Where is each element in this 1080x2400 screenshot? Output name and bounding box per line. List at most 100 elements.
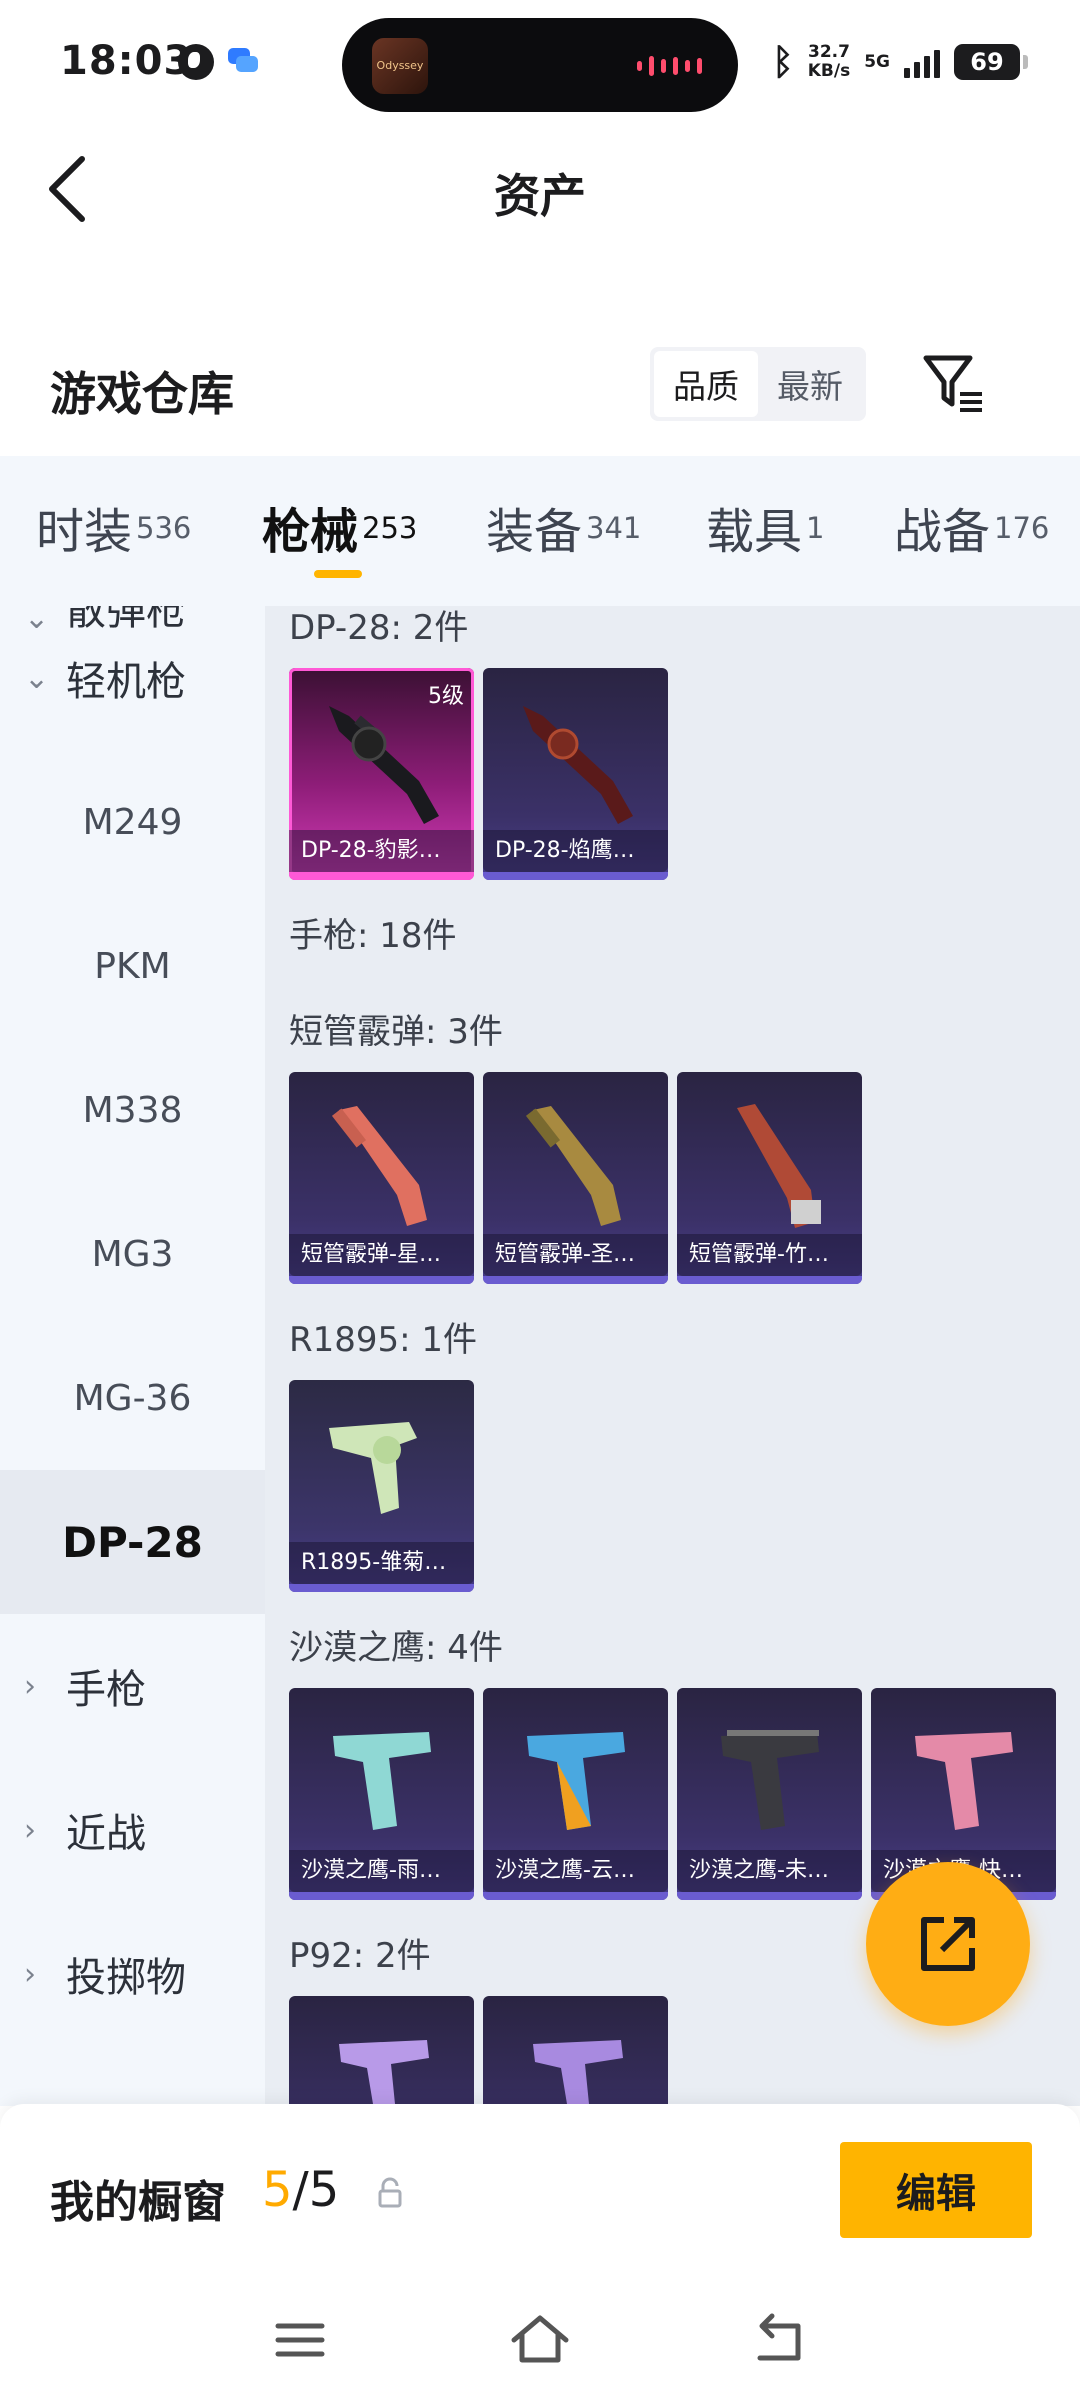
- system-navigation-bar: [0, 2284, 1080, 2400]
- sort-toggle: 品质 最新: [650, 347, 866, 421]
- sidebar-item-label: 投掷物: [66, 1955, 186, 2001]
- share-fab-button[interactable]: [866, 1862, 1030, 2026]
- group-title: DP-28: 2件: [289, 608, 469, 648]
- tab-firearms[interactable]: 枪械 253: [262, 492, 417, 562]
- skin-name: 沙漠之鹰-未…: [677, 1850, 862, 1892]
- group-title: R1895: 1件: [289, 1320, 478, 1360]
- tab-count: 1: [806, 510, 825, 545]
- skin-name: 沙漠之鹰-雨…: [289, 1850, 474, 1892]
- back-nav-icon[interactable]: [744, 2304, 816, 2376]
- revolver-icon: [329, 1422, 417, 1514]
- skin-card[interactable]: 沙漠之鹰-雨…: [289, 1688, 474, 1900]
- lmg-icon: [523, 706, 633, 824]
- app-header: 资产: [0, 125, 1080, 265]
- skin-card[interactable]: 短管霰弹-星…: [289, 1072, 474, 1284]
- sidebar-item-mg36[interactable]: MG-36: [0, 1326, 265, 1470]
- chevron-right-icon: ›: [24, 1956, 36, 1992]
- skin-card[interactable]: R1895-雏菊…: [289, 1380, 474, 1592]
- tab-label: 战备: [894, 504, 991, 560]
- edit-button[interactable]: 编辑: [840, 2142, 1032, 2238]
- globe-icon: [178, 44, 214, 80]
- skin-card[interactable]: [289, 1996, 474, 2106]
- audio-wave-icon: [637, 56, 702, 76]
- weapon-type-sidebar: ⌄ 散弹枪 ⌄ 轻机枪 M249 PKM M338 MG3 MG-36 DP-28 …: [0, 606, 265, 2106]
- lock-icon: [378, 2177, 402, 2208]
- showcase-label: 我的橱窗: [50, 2177, 226, 2228]
- shotgun-icon: [525, 1106, 621, 1226]
- tab-equipment[interactable]: 装备 341: [486, 492, 641, 562]
- pistol-icon: [527, 1732, 625, 1830]
- page-title: 资产: [494, 169, 586, 223]
- network-type: 5G: [864, 52, 890, 72]
- level-badge: 5级: [428, 684, 464, 709]
- tab-fashion[interactable]: 时装 536: [36, 492, 191, 562]
- sidebar-item-m338[interactable]: M338: [0, 1038, 265, 1182]
- shotgun-icon: [737, 1104, 821, 1228]
- island-app-icon: Odyssey: [372, 38, 428, 94]
- skin-card[interactable]: 短管霰弹-竹…: [677, 1072, 862, 1284]
- skin-name: 短管霰弹-星…: [289, 1234, 474, 1276]
- sidebar-group-lmg[interactable]: ⌄ 轻机枪: [0, 606, 265, 750]
- sidebar-group-throwable[interactable]: › 投掷物: [0, 1902, 265, 2046]
- status-bar: 18:03 Odyssey ᛒ 32.7 KB/s 5G 69: [0, 0, 1080, 125]
- network-speed: 32.7 KB/s: [808, 43, 850, 81]
- chevron-down-icon: ⌄: [24, 660, 50, 696]
- skin-card[interactable]: 短管霰弹-圣…: [483, 1072, 668, 1284]
- sidebar-item-dp28[interactable]: DP-28: [0, 1470, 265, 1614]
- skin-card[interactable]: [483, 1996, 668, 2106]
- warehouse-title: 游戏仓库: [50, 367, 234, 421]
- category-tabs: 时装 536 枪械 253 装备 341 载具 1 战备 176: [0, 456, 1080, 606]
- menu-icon[interactable]: [264, 2304, 336, 2376]
- tab-label: 枪械: [262, 504, 359, 560]
- filter-funnel-icon[interactable]: [920, 350, 986, 416]
- status-time: 18:03: [60, 38, 193, 84]
- pistol-icon: [915, 1732, 1013, 1830]
- sidebar-item-pkm[interactable]: PKM: [0, 894, 265, 1038]
- showcase-current: 5: [262, 2162, 293, 2218]
- pistol-icon: [721, 1730, 819, 1830]
- showcase-total: /5: [292, 2162, 340, 2218]
- sort-newest-option[interactable]: 最新: [758, 351, 862, 417]
- bluetooth-icon: ᛒ: [772, 41, 794, 83]
- skin-name: 短管霰弹-竹…: [677, 1234, 862, 1276]
- status-indicators: ᛒ 32.7 KB/s 5G 69: [772, 34, 1028, 90]
- sidebar-group-pistol[interactable]: › 手枪: [0, 1614, 265, 1758]
- group-title: P92: 2件: [289, 1936, 431, 1976]
- network-speed-value: 32.7: [807, 42, 850, 62]
- skin-name: 沙漠之鹰-云…: [483, 1850, 668, 1892]
- message-icon: [228, 48, 258, 74]
- skin-name: R1895-雏菊…: [289, 1542, 474, 1584]
- signal-icon: [904, 46, 940, 78]
- skin-card[interactable]: 5级 DP-28-豹影…: [289, 668, 474, 880]
- sidebar-group-melee[interactable]: › 近战: [0, 1758, 265, 1902]
- tab-combat-gear[interactable]: 战备 176: [894, 492, 1049, 562]
- sidebar-item-m249[interactable]: M249: [0, 750, 265, 894]
- skin-name: 短管霰弹-圣…: [483, 1234, 668, 1276]
- tab-count: 253: [362, 510, 418, 545]
- sort-quality-option[interactable]: 品质: [654, 351, 758, 417]
- battery-icon: 69: [954, 44, 1028, 80]
- back-chevron-icon[interactable]: [44, 153, 92, 225]
- skin-card[interactable]: 沙漠之鹰-未…: [677, 1688, 862, 1900]
- dynamic-island[interactable]: Odyssey: [342, 18, 738, 112]
- tab-label: 时装: [36, 504, 133, 560]
- group-title: 沙漠之鹰: 4件: [289, 1628, 503, 1668]
- skin-card[interactable]: 沙漠之鹰-云…: [483, 1688, 668, 1900]
- sidebar-item-label: 近战: [66, 1811, 146, 1857]
- group-title: 手枪: 18件: [289, 916, 457, 956]
- shotgun-icon: [331, 1106, 427, 1226]
- tab-vehicles[interactable]: 载具 1: [706, 492, 824, 562]
- skin-name: DP-28-焰鹰…: [483, 830, 668, 872]
- chevron-right-icon: ›: [24, 1668, 36, 1704]
- showcase-bar: 我的橱窗 5/5 编辑: [0, 2104, 1080, 2284]
- pistol-icon: [339, 2040, 429, 2106]
- tab-count: 536: [136, 510, 192, 545]
- showcase-count: 5/5: [262, 2162, 339, 2218]
- tab-label: 载具: [706, 504, 803, 560]
- tab-label: 装备: [486, 504, 583, 560]
- sidebar-item-mg3[interactable]: MG3: [0, 1182, 265, 1326]
- active-tab-indicator: [314, 570, 362, 578]
- network-speed-unit: KB/s: [807, 61, 851, 81]
- home-icon[interactable]: [504, 2304, 576, 2376]
- skin-card[interactable]: DP-28-焰鹰…: [483, 668, 668, 880]
